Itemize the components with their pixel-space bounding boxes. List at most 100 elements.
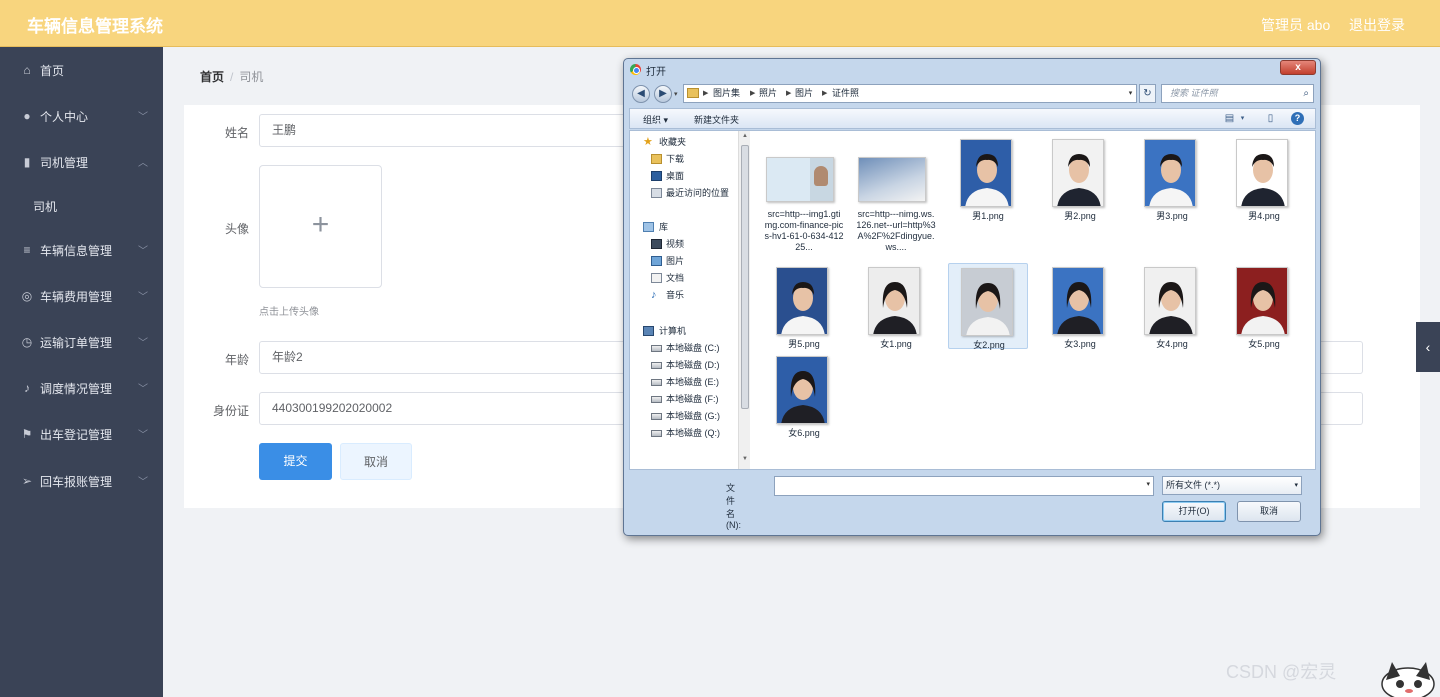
chevron-down-icon: ﹀ [138, 338, 148, 349]
tree-item-label: 本地磁盘 (F:) [666, 394, 719, 404]
id-card-thumbnail [858, 157, 926, 202]
address-dropdown-icon[interactable]: ▾ [1124, 84, 1137, 103]
path-segment[interactable]: 图片 [795, 85, 813, 102]
file-name: 女6.png [788, 428, 820, 438]
tree-item[interactable]: 本地磁盘 (F:) [630, 391, 738, 408]
sidebar-item[interactable]: ● 个人中心 ﹀ [0, 96, 163, 136]
refresh-icon[interactable]: ↻ [1139, 84, 1156, 103]
sidebar-item-label: 司机管理 [40, 156, 89, 170]
new-folder-button[interactable]: 新建文件夹 [694, 113, 739, 126]
name-input[interactable]: 王鹏 [259, 114, 629, 147]
sidebar-item[interactable]: 司机 [0, 186, 163, 226]
view-menu-icon[interactable]: ▤ [1223, 112, 1236, 125]
file-item[interactable]: 女5.png [1224, 265, 1304, 351]
submit-button[interactable]: 提交 [259, 443, 332, 480]
male-portrait-thumbnail [1236, 139, 1288, 207]
path-segment[interactable]: 图片集 [713, 85, 740, 102]
file-item[interactable]: 女4.png [1132, 265, 1212, 351]
mascot-sticker [1381, 662, 1435, 697]
tree-item[interactable]: 本地磁盘 (G:) [630, 408, 738, 425]
path-segment[interactable]: 证件照 [832, 85, 859, 102]
file-item[interactable]: 男4.png [1224, 137, 1304, 223]
file-item[interactable]: 女3.png [1040, 265, 1120, 351]
address-bar[interactable]: ▶ 图片集 ▶ 照片 ▶ 图片 ▶ 证件照 [683, 84, 1137, 103]
file-item[interactable]: src=http---img1.gtimg.com-finance-pics-h… [764, 137, 844, 257]
file-item[interactable]: src=http---nimg.ws.126.net--url=http%3A%… [856, 137, 936, 257]
file-name: 女5.png [1248, 339, 1280, 349]
tree-item[interactable]: 本地磁盘 (D:) [630, 357, 738, 374]
breadcrumb-home[interactable]: 首页 [200, 70, 224, 84]
file-item[interactable]: 女1.png [856, 265, 936, 351]
id-card-input[interactable]: 440300199202020002 [259, 392, 629, 425]
filename-dropdown-icon[interactable]: ▾ [1146, 480, 1150, 488]
dialog-cancel-button[interactable]: 取消 [1237, 501, 1301, 522]
path-segment[interactable]: 照片 [759, 85, 777, 102]
sidebar-item[interactable]: ◷ 运输订单管理 ﹀ [0, 322, 163, 362]
view-dropdown-icon[interactable]: ▾ [1236, 112, 1249, 125]
tree-item[interactable]: 下载 [630, 151, 738, 168]
upload-hint: 点击上传头像 [259, 307, 319, 318]
sidebar-item[interactable]: ≡ 车辆信息管理 ﹀ [0, 230, 163, 270]
tree-item[interactable]: 文档 [630, 270, 738, 287]
filename-input[interactable]: ▾ [774, 476, 1154, 496]
file-name: 女3.png [1064, 339, 1096, 349]
app-title: 车辆信息管理系统 [27, 17, 163, 36]
scrollbar-thumb[interactable] [741, 145, 749, 409]
file-item[interactable]: 男2.png [1040, 137, 1120, 223]
tree-item[interactable]: 图片 [630, 253, 738, 270]
filetype-select[interactable]: 所有文件 (*.*) ▾ [1162, 476, 1302, 495]
organize-menu[interactable]: 组织 ▾ [643, 113, 668, 126]
collapse-tab[interactable]: ‹ [1416, 322, 1440, 372]
female-portrait-thumbnail [1052, 267, 1104, 335]
sidebar-item[interactable]: ➢ 回车报账管理 ﹀ [0, 461, 163, 501]
filename-label: 文件名(N): [726, 483, 741, 530]
list-icon: ≡ [23, 243, 31, 257]
sidebar-item[interactable]: ⚑ 出车登记管理 ﹀ [0, 414, 163, 454]
help-icon[interactable]: ? [1291, 112, 1304, 125]
logout-link[interactable]: 退出登录 [1349, 15, 1405, 35]
tree-item[interactable]: 最近访问的位置 [630, 185, 738, 202]
navigation-tree: ★ 收藏夹 下载 桌面 最近访问的位置库视频 图片 文档 ♪ 音乐 计算机 本地磁盘 (C:) 本地磁… [630, 131, 746, 469]
file-item[interactable]: 男5.png [764, 265, 844, 351]
folder-icon [687, 88, 699, 98]
id-input-tail [1318, 392, 1363, 425]
dialog-close-button[interactable]: x [1280, 60, 1316, 75]
file-item[interactable]: 女6.png [764, 354, 844, 440]
male-portrait-thumbnail [1052, 139, 1104, 207]
tree-item[interactable]: 库 [630, 219, 738, 236]
recent-dropdown-icon[interactable]: ▾ [674, 90, 678, 98]
search-input[interactable]: 搜索 证件照 ⌕ [1161, 84, 1314, 103]
file-name: 男4.png [1248, 211, 1280, 221]
sidebar-item-label: 出车登记管理 [40, 428, 113, 442]
forward-arrow-icon[interactable]: ▶ [654, 85, 672, 103]
tree-item-label: 下载 [666, 154, 685, 164]
tree-item[interactable]: 计算机 [630, 323, 738, 340]
sidebar-item[interactable]: ♪ 调度情况管理 ﹀ [0, 368, 163, 408]
age-input[interactable]: 年龄2 [259, 341, 629, 374]
admin-user-label[interactable]: 管理员 abo [1261, 15, 1330, 35]
tree-item[interactable]: ★ 收藏夹 [630, 134, 738, 151]
sidebar-item[interactable]: ◎ 车辆费用管理 ﹀ [0, 276, 163, 316]
tree-item[interactable]: 桌面 [630, 168, 738, 185]
scroll-down-icon[interactable]: ▼ [739, 456, 751, 462]
tree-item[interactable]: 视频 [630, 236, 738, 253]
tree-item[interactable]: 本地磁盘 (E:) [630, 374, 738, 391]
female-portrait-thumbnail [776, 356, 828, 424]
avatar-uploader[interactable]: + [259, 165, 382, 288]
sidebar-item[interactable]: ▮ 司机管理 ︿ [0, 142, 163, 182]
file-item[interactable]: 男3.png [1132, 137, 1212, 223]
plus-icon: + [311, 208, 330, 241]
file-item[interactable]: 女2.png [948, 263, 1028, 350]
scroll-up-icon[interactable]: ▲ [739, 133, 751, 139]
sidebar-item[interactable]: ⌂ 首页 [0, 50, 163, 90]
send-icon: ➢ [21, 474, 33, 488]
tree-item[interactable]: 本地磁盘 (C:) [630, 340, 738, 357]
back-arrow-icon[interactable]: ◀ [632, 85, 650, 103]
open-button[interactable]: 打开(O) [1162, 501, 1226, 522]
tree-item[interactable]: ♪ 音乐 [630, 287, 738, 304]
tree-scrollbar[interactable]: ▲ ▼ [738, 131, 750, 469]
cancel-button[interactable]: 取消 [340, 443, 412, 480]
tree-item[interactable]: 本地磁盘 (Q:) [630, 425, 738, 442]
file-item[interactable]: 男1.png [948, 137, 1028, 223]
preview-pane-icon[interactable]: ▯ [1264, 112, 1277, 125]
